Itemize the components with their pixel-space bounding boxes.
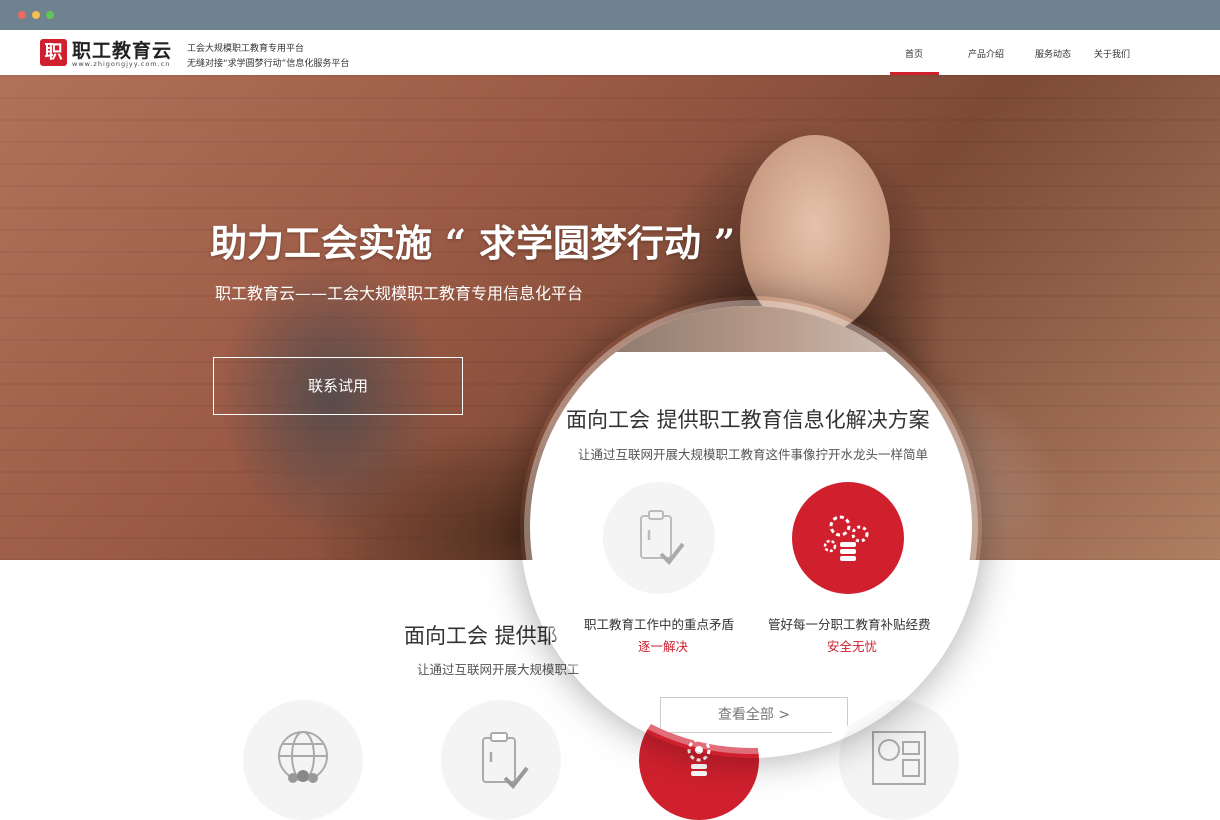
- magnified-photo-strip: [530, 306, 972, 352]
- hero-title: 助力工会实施 “ 求学圆梦行动 ”: [210, 221, 736, 265]
- logo-mark-icon[interactable]: 职: [40, 39, 67, 66]
- logo-url: www.zhigongjyy.com.cn: [72, 60, 171, 68]
- logo-text[interactable]: 职工教育云: [72, 36, 172, 63]
- globe-people-icon[interactable]: [243, 700, 363, 820]
- section-description: 让通过互联网开展大规模职工: [417, 662, 580, 677]
- contact-trial-button[interactable]: 联系试用: [213, 357, 463, 415]
- menu-item-home[interactable]: 首页: [905, 47, 923, 60]
- top-navigation: 职 职工教育云 www.zhigongjyy.com.cn 工会大规模职工教育专…: [0, 30, 1220, 76]
- magnified-section-description: 让通过互联网开展大规模职工教育这件事像拧开水龙头一样简单: [578, 447, 929, 462]
- gears-database-icon[interactable]: [792, 482, 904, 594]
- menu-item-about[interactable]: 关于我们: [1094, 47, 1130, 60]
- menu-item-news[interactable]: 服务动态: [1035, 47, 1071, 60]
- maximize-dot-icon[interactable]: [46, 11, 54, 19]
- feature-label-1: 职工教育工作中的重点矛盾: [584, 617, 735, 632]
- feature-highlight-2: 安全无忧: [827, 639, 878, 654]
- tagline-line-1: 工会大规模职工教育专用平台: [187, 44, 305, 54]
- magnified-section-title: 面向工会 提供职工教育信息化解决方案: [566, 408, 930, 432]
- magnifier-lens: 面向工会 提供职工教育信息化解决方案 让通过互联网开展大规模职工教育这件事像拧开…: [530, 306, 972, 748]
- tagline-line-2: 无缝对接“求学圆梦行动”信息化服务平台: [187, 59, 350, 69]
- section-title: 面向工会 提供耶: [404, 624, 558, 648]
- close-dot-icon[interactable]: [18, 11, 26, 19]
- browser-chrome: [0, 0, 1220, 30]
- menu-item-products[interactable]: 产品介绍: [968, 47, 1004, 60]
- feature-highlight-1: 逐一解决: [638, 639, 689, 654]
- feature-label-2: 管好每一分职工教育补贴经费: [768, 617, 931, 632]
- clipboard-check-icon[interactable]: [603, 482, 715, 594]
- clipboard-check-icon[interactable]: [441, 700, 561, 820]
- hero-subtitle: 职工教育云——工会大规模职工教育专用信息化平台: [215, 284, 584, 303]
- view-all-button[interactable]: 查看全部 >: [660, 697, 848, 733]
- minimize-dot-icon[interactable]: [32, 11, 40, 19]
